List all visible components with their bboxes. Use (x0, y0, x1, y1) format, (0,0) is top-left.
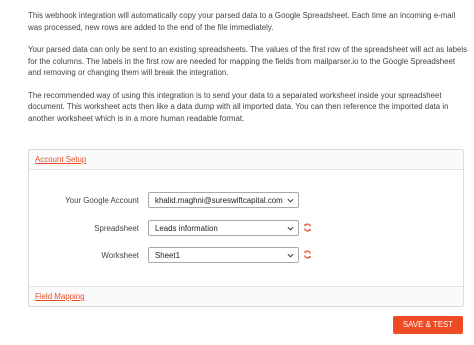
chevron-down-icon (287, 226, 294, 231)
spreadsheet-value: Leads information (155, 224, 218, 233)
refresh-icon[interactable] (303, 223, 312, 232)
save-test-button[interactable]: SAVE & TEST (393, 316, 463, 334)
chevron-down-icon (287, 198, 294, 203)
intro-paragraph-2: Your parsed data can only be sent to an … (28, 45, 468, 77)
spreadsheet-label: Spreadsheet (94, 224, 139, 233)
field-mapping-header: Field Mapping (29, 286, 463, 306)
intro-paragraph-3: The recommended way of using this integr… (28, 90, 449, 123)
account-setup-link[interactable]: Account Setup (35, 155, 86, 164)
chevron-down-icon (287, 253, 294, 258)
intro-text: This webhook integration will automatica… (28, 10, 468, 135)
spreadsheet-select[interactable]: Leads information (148, 220, 299, 236)
google-account-select[interactable]: khalid.maghni@sureswiftcapital.com (148, 192, 299, 208)
intro-paragraph-1: This webhook integration will automatica… (28, 11, 456, 32)
worksheet-select[interactable]: Sheet1 (148, 247, 299, 263)
google-account-label: Your Google Account (65, 196, 139, 205)
field-mapping-link[interactable]: Field Mapping (35, 292, 85, 301)
worksheet-value: Sheet1 (155, 251, 181, 260)
google-account-value: khalid.maghni@sureswiftcapital.com (155, 196, 283, 205)
settings-panel: Account Setup Your Google Account khalid… (28, 149, 464, 307)
account-setup-header: Account Setup (29, 150, 463, 170)
refresh-icon[interactable] (303, 250, 312, 259)
worksheet-label: Worksheet (101, 251, 139, 260)
